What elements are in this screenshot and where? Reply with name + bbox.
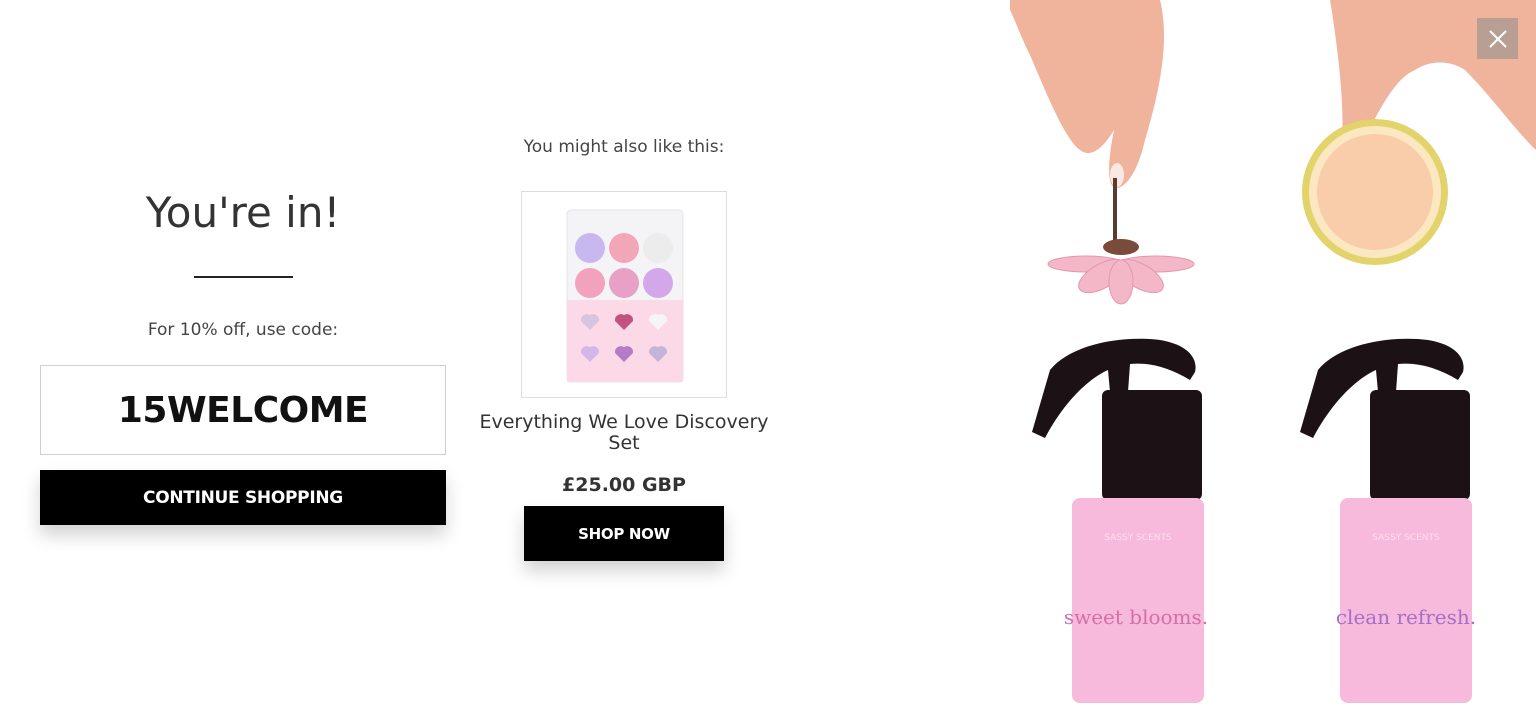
code-caption: For 10% off, use code: bbox=[147, 320, 339, 340]
close-icon bbox=[1488, 29, 1507, 48]
close-button[interactable] bbox=[1477, 18, 1518, 59]
recommendation-heading: You might also like this: bbox=[523, 137, 725, 157]
discount-code-box[interactable]: 15WELCOME bbox=[40, 365, 446, 455]
divider bbox=[194, 276, 293, 278]
success-headline: You're in! bbox=[145, 188, 341, 237]
product-image[interactable] bbox=[521, 191, 727, 398]
bottle-right-brand: SASSY SCENTS bbox=[1372, 533, 1440, 543]
hero-illustration: SASSY SCENTS sweet blooms. SASSY SCENTS … bbox=[1010, 0, 1536, 703]
bottle-right-label: clean refresh. bbox=[1336, 605, 1476, 629]
shop-now-button[interactable]: SHOP NOW bbox=[524, 506, 724, 561]
hero-image: SASSY SCENTS sweet blooms. SASSY SCENTS … bbox=[1010, 0, 1536, 703]
product-price: £25.00 GBP bbox=[562, 474, 686, 496]
bottle-left-label: sweet blooms. bbox=[1064, 605, 1208, 629]
discount-code: 15WELCOME bbox=[117, 389, 369, 431]
discovery-set-illustration bbox=[566, 209, 684, 383]
product-name[interactable]: Everything We Love Discovery Set bbox=[478, 412, 770, 454]
continue-shopping-button[interactable]: CONTINUE SHOPPING bbox=[40, 470, 446, 525]
bottle-left-brand: SASSY SCENTS bbox=[1104, 533, 1172, 543]
